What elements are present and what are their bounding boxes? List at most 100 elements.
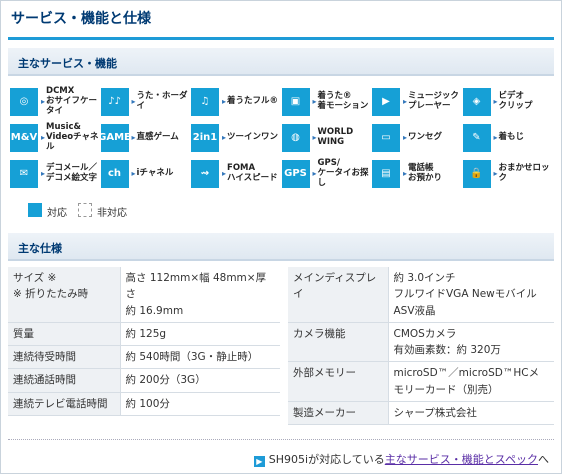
service-item[interactable]: ◎DCMX おサイフケータイ (10, 86, 99, 116)
spec-row: サイズ ※ ※ 折りたたみ時 高さ 112mm×幅 48mm×厚さ 約 16.9m… (8, 267, 280, 323)
service-item[interactable]: ♪♪うた・ホーダイ (100, 88, 190, 116)
spec-key: 連続テレビ電話時間 (8, 392, 121, 416)
spec-row: 製造メーカー シャープ株式会社 (288, 401, 554, 426)
service-label: DCMX おサイフケータイ (41, 86, 99, 116)
service-item[interactable]: ▭ワンセグ (372, 124, 460, 152)
services-spec-link[interactable]: 主なサービス・機能とスペック (385, 453, 538, 466)
spec-value: 約 125g (120, 322, 280, 347)
services-heading-bar: 主なサービス・機能 (8, 48, 554, 76)
services-heading: 主なサービス・機能 (18, 57, 117, 70)
spec-key: 外部メモリー (288, 361, 389, 402)
spec-key: 連続待受時間 (8, 345, 121, 370)
spec-row: 連続テレビ電話時間約 100分 (8, 392, 280, 416)
tag-icon: ✎ (462, 124, 491, 152)
score-icon: ♫ (191, 88, 219, 116)
service-label: 着うた® 着モーション (313, 88, 371, 116)
spec-value: CMOSカメラ 有効画素数：約 320万 (388, 322, 554, 363)
spec-table-right: メインディスプレイ約 3.0インチ フルワイドVGA Newモバイル ASV液晶… (288, 267, 554, 426)
wallet-icon: ◎ (10, 88, 38, 116)
spec-value: シャープ株式会社 (388, 401, 554, 426)
specs-heading: 主な仕様 (18, 242, 62, 255)
spec-row: メインディスプレイ約 3.0インチ フルワイドVGA Newモバイル ASV液晶 (288, 267, 554, 323)
spec-row: 連続待受時間約 540時間（3G・静止時） (8, 345, 280, 370)
service-item[interactable]: ▶ミュージック プレーヤー (372, 88, 460, 116)
service-label: iチャネル (132, 160, 190, 188)
spec-key: 連続通話時間 (8, 368, 121, 393)
film-note-icon: ▣ (281, 88, 310, 116)
two-in-one-icon: 2in1 (191, 124, 219, 152)
legend-supported-swatch (28, 203, 42, 217)
spec-row: 連続通話時間約 200分（3G） (8, 368, 280, 393)
spec-value: 高さ 112mm×幅 48mm×厚さ 約 16.9mm (120, 267, 280, 323)
service-label: ツーインワン (222, 124, 280, 152)
service-item[interactable]: 🔒おまかせロック (462, 160, 552, 188)
spec-key: 質量 (8, 322, 121, 347)
spec-value: microSD™／microSD™HCメ モリーカード（別売） (388, 361, 554, 402)
spec-panel: サービス・機能と仕様 主なサービス・機能 ◎DCMX おサイフケータイ♪♪うた・… (0, 0, 562, 474)
legend-supported-label: 対応 (47, 208, 67, 219)
service-label: 着うたフル® (222, 88, 280, 116)
spec-value: 約 100分 (120, 392, 280, 416)
service-item[interactable]: GPSGPS/ ケータイお探し (281, 158, 371, 188)
service-item[interactable]: ⇝FOMA ハイスピード (191, 160, 279, 188)
footer-link-row: ▶ SH905iが対応している主なサービス・機能とスペックへ (253, 451, 549, 467)
spec-key: 製造メーカー (288, 401, 389, 426)
service-item[interactable]: M&VMusic& Videoチャネル (10, 122, 99, 152)
spec-key: サイズ ※ ※ 折りたたみ時 (8, 267, 121, 323)
footer-suffix: へ (538, 453, 549, 466)
service-label: うた・ホーダイ (132, 88, 190, 116)
spec-value: 約 3.0インチ フルワイドVGA Newモバイル ASV液晶 (388, 267, 554, 323)
spec-key: メインディスプレイ (288, 267, 389, 323)
service-label: ミュージック プレーヤー (403, 88, 461, 116)
projector-icon: ◈ (462, 88, 491, 116)
game-icon: GAME (98, 124, 131, 152)
footer-divider (8, 439, 554, 440)
service-label: WORLD WING (313, 124, 371, 152)
spec-value: 約 200分（3G） (120, 368, 280, 393)
spec-row: 外部メモリー microSD™／microSD™HCメ モリーカード（別売） (288, 361, 554, 402)
service-label: ビデオ クリップ (494, 88, 552, 116)
phonebook-icon: ▤ (372, 160, 400, 188)
page-title: サービス・機能と仕様 (11, 11, 151, 27)
service-item[interactable]: ✎着もじ (462, 124, 552, 152)
service-item[interactable]: ✉デコメール／ デコメ絵文字 (10, 160, 98, 188)
ichannel-icon: ch (100, 160, 129, 188)
service-item[interactable]: ▤電話帳 お預かり (372, 160, 460, 188)
service-label: ワンセグ (403, 124, 461, 152)
service-label: 着もじ (494, 124, 552, 152)
speed-icon: ⇝ (191, 160, 219, 188)
service-label: Music& Videoチャネル (41, 122, 99, 152)
footer-prefix: SH905iが対応している (268, 453, 385, 466)
service-item[interactable]: ◍WORLD WING (281, 124, 371, 152)
spec-table-left: サイズ ※ ※ 折りたたみ時 高さ 112mm×幅 48mm×厚さ 約 16.9m… (8, 267, 280, 416)
service-item[interactable]: chiチャネル (100, 160, 190, 188)
globe-icon: ◍ (281, 124, 310, 152)
spec-key: カメラ機能 (288, 322, 389, 363)
service-label: FOMA ハイスピード (222, 160, 280, 188)
service-item[interactable]: ◈ビデオ クリップ (462, 88, 552, 116)
service-item[interactable]: ▣着うた® 着モーション (281, 88, 371, 116)
lock-icon: 🔒 (462, 160, 491, 188)
service-label: GPS/ ケータイお探し (313, 158, 371, 188)
service-label: デコメール／ デコメ絵文字 (41, 160, 99, 188)
service-item[interactable]: GAME直感ゲーム (98, 124, 190, 152)
music-video-icon: M&V (10, 124, 38, 152)
service-label: 電話帳 お預かり (403, 160, 461, 188)
spec-row: 質量約 125g (8, 322, 280, 347)
tv-icon: ▭ (372, 124, 400, 152)
legend-unsupported-label: 非対応 (97, 208, 127, 219)
service-item[interactable]: 2in1ツーインワン (191, 124, 279, 152)
legend-unsupported-swatch (78, 203, 92, 217)
spec-row: カメラ機能 CMOSカメラ 有効画素数：約 320万 (288, 322, 554, 363)
spec-value: 約 540時間（3G・静止時） (120, 345, 280, 370)
deco-mail-icon: ✉ (10, 160, 38, 188)
service-label: 直感ゲーム (132, 124, 190, 152)
gps-icon: GPS (281, 160, 310, 188)
specs-heading-bar: 主な仕様 (8, 233, 554, 261)
title-underline (8, 37, 554, 40)
service-label: おまかせロック (494, 160, 552, 188)
service-item[interactable]: ♫着うたフル® (191, 88, 279, 116)
play-icon: ▶ (372, 88, 400, 116)
music-note-icon: ♪♪ (100, 88, 129, 116)
arrow-right-icon: ▶ (253, 456, 265, 467)
